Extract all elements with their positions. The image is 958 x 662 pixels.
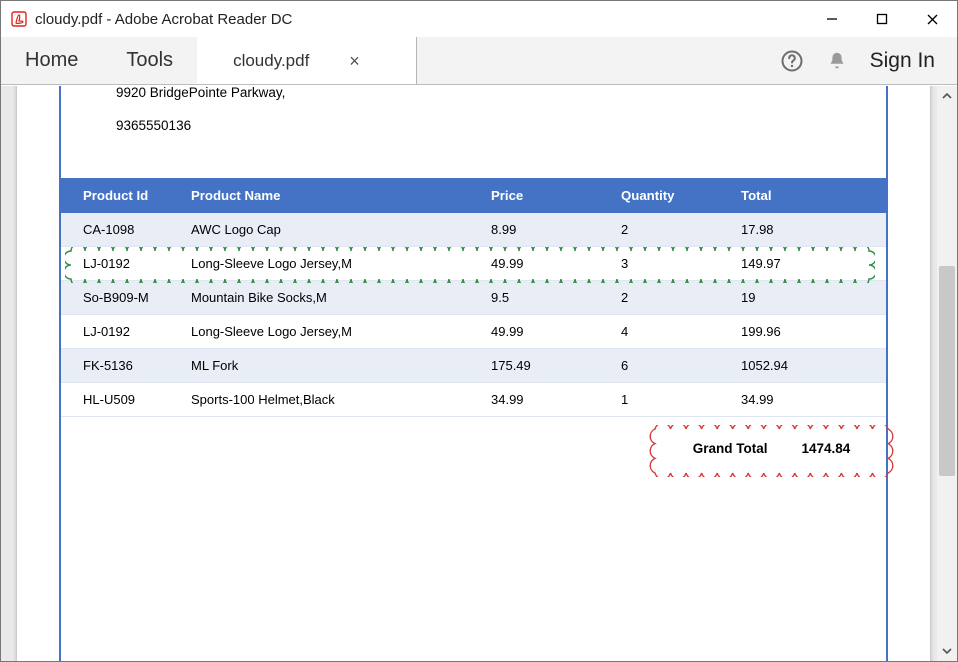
document-pane[interactable]: 9920 BridgePointe Parkway, 9365550136 Pr… (1, 86, 937, 661)
grand-total-value: 1474.84 (801, 441, 850, 456)
scroll-down-button[interactable] (937, 641, 957, 661)
address-line: 9365550136 (116, 117, 858, 136)
cloud-annotation-total: Grand Total 1474.84 (649, 425, 894, 477)
products-table: Product Id Product Name Price Quantity T… (61, 178, 886, 417)
tab-tools[interactable]: Tools (102, 37, 197, 84)
close-button[interactable] (907, 1, 957, 37)
address-line: 9920 BridgePointe Parkway, (116, 86, 858, 103)
titlebar: cloudy.pdf - Adobe Acrobat Reader DC (1, 1, 957, 37)
document-viewer: 9920 BridgePointe Parkway, 9365550136 Pr… (1, 86, 957, 661)
table-row: LJ-0192 Long-Sleeve Logo Jersey,M 49.99 … (61, 314, 886, 348)
col-total: Total (731, 178, 886, 213)
minimize-button[interactable] (807, 1, 857, 37)
address-block: 9920 BridgePointe Parkway, 9365550136 (61, 86, 886, 136)
sign-in-button[interactable]: Sign In (870, 49, 935, 73)
pdf-page: 9920 BridgePointe Parkway, 9365550136 Pr… (59, 86, 888, 661)
vertical-scrollbar[interactable] (937, 86, 957, 661)
close-tab-button[interactable]: × (349, 52, 360, 70)
maximize-button[interactable] (857, 1, 907, 37)
table-row: FK-5136 ML Fork 175.49 6 1052.94 (61, 348, 886, 382)
table-row: HL-U509 Sports-100 Helmet,Black 34.99 1 … (61, 382, 886, 416)
scroll-up-button[interactable] (937, 86, 957, 106)
col-price: Price (481, 178, 611, 213)
window-title: cloudy.pdf - Adobe Acrobat Reader DC (35, 11, 292, 28)
grand-total-row: Grand Total 1474.84 (61, 417, 886, 487)
help-icon[interactable] (780, 49, 804, 73)
tab-bar: Home Tools cloudy.pdf × Sign In (1, 37, 957, 85)
scrollbar-thumb[interactable] (939, 266, 955, 476)
col-product-name: Product Name (181, 178, 481, 213)
table-header-row: Product Id Product Name Price Quantity T… (61, 178, 886, 213)
app-window: cloudy.pdf - Adobe Acrobat Reader DC Hom… (0, 0, 958, 662)
grand-total-label: Grand Total (693, 441, 768, 456)
table-row: CA-1098 AWC Logo Cap 8.99 2 17.98 (61, 213, 886, 247)
tab-document[interactable]: cloudy.pdf × (197, 37, 417, 84)
tab-document-label: cloudy.pdf (233, 51, 309, 71)
col-product-id: Product Id (61, 178, 181, 213)
col-quantity: Quantity (611, 178, 731, 213)
table-row: LJ-0192 Long-Sleeve Logo Jersey,M 49.99 … (61, 246, 886, 280)
bell-icon[interactable] (826, 50, 848, 72)
acrobat-icon (11, 11, 27, 27)
tab-home[interactable]: Home (1, 37, 102, 84)
table-row: So-B909-M Mountain Bike Socks,M 9.5 2 19 (61, 280, 886, 314)
